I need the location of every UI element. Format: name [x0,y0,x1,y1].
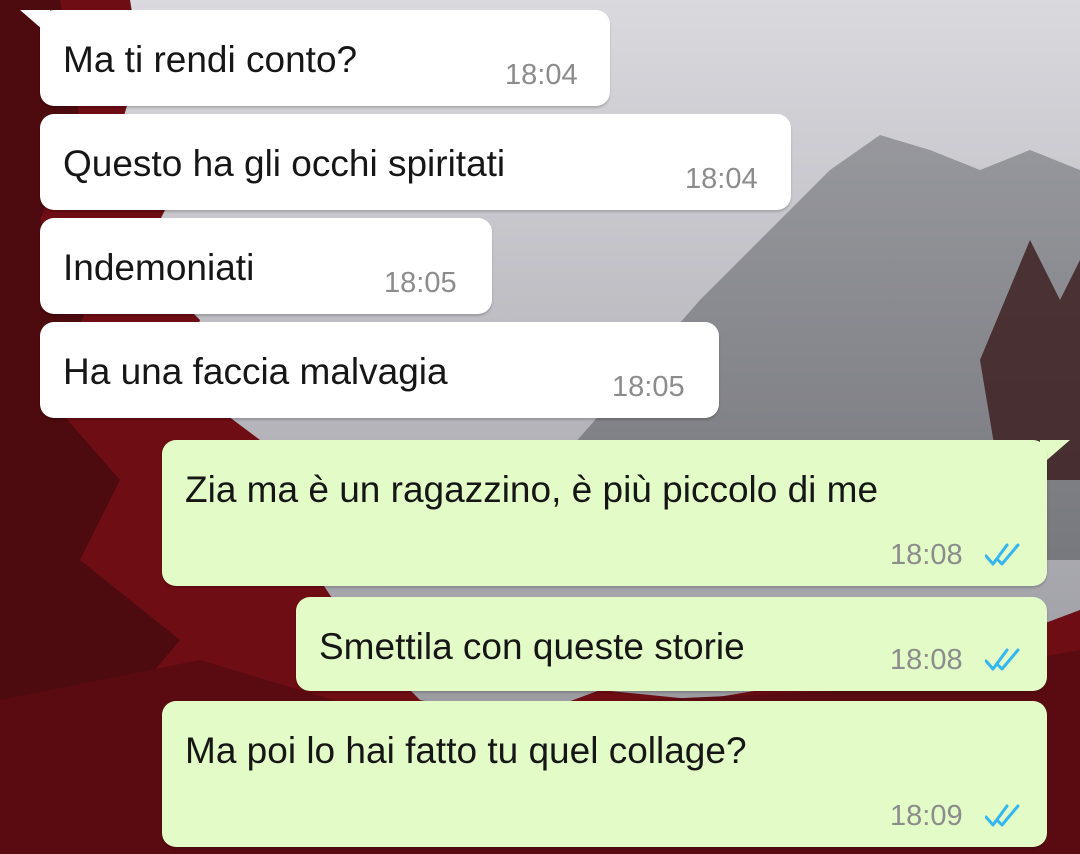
message-text: Zia ma è un ragazzino, è più piccolo di … [185,469,879,510]
message-bubble-incoming[interactable]: Questo ha gli occhi spiritati 18:04 [40,114,791,210]
double-check-icon [985,804,1020,827]
message-time: 18:05 [612,371,685,403]
message-bubble-incoming[interactable]: Ha una faccia malvagia 18:05 [40,322,719,418]
message-time: 18:04 [685,163,758,195]
message-list[interactable]: Ma ti rendi conto? 18:04 Questo ha gli o… [0,0,1080,854]
message-text: Smettila con queste storie [319,626,745,667]
message-time: 18:05 [384,267,457,299]
message-time: 18:04 [505,59,578,91]
message-bubble-outgoing[interactable]: Zia ma è un ragazzino, è più piccolo di … [162,440,1047,586]
message-text: Ha una faccia malvagia [63,351,448,392]
message-bubble-incoming[interactable]: Indemoniati 18:05 [40,218,492,314]
message-bubble-outgoing[interactable]: Ma poi lo hai fatto tu quel collage? 18:… [162,701,1047,847]
message-bubble-outgoing[interactable]: Smettila con queste storie 18:08 [296,597,1047,691]
message-bubble-incoming[interactable]: Ma ti rendi conto? 18:04 [40,10,610,106]
double-check-icon [985,543,1020,566]
message-text: Ma poi lo hai fatto tu quel collage? [185,730,747,771]
message-time: 18:08 [890,539,963,571]
message-text: Questo ha gli occhi spiritati [63,143,506,184]
message-text: Indemoniati [63,247,255,288]
message-time: 18:08 [890,644,963,676]
message-text: Ma ti rendi conto? [63,39,358,80]
double-check-icon [985,648,1020,671]
message-time: 18:09 [890,800,963,832]
